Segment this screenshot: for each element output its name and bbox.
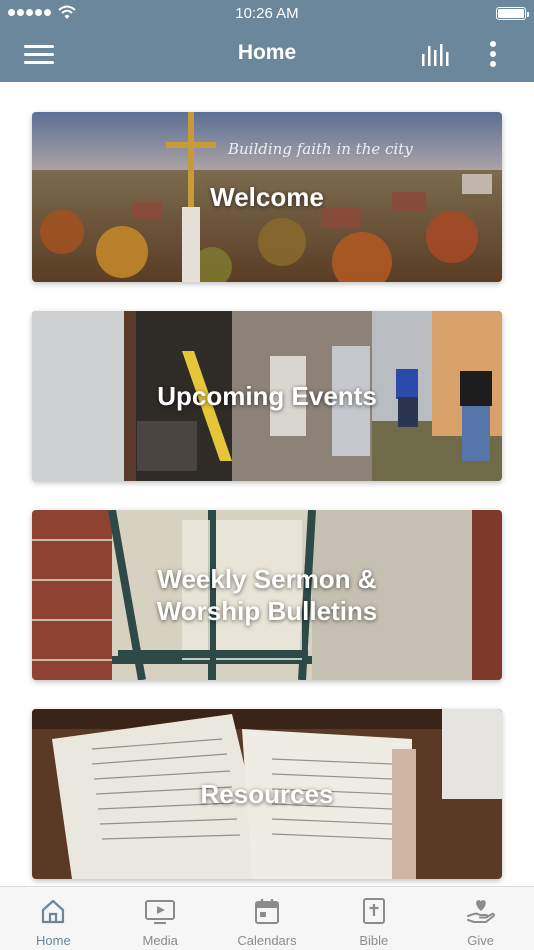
upcoming-events-card[interactable]: Upcoming Events — [32, 311, 502, 481]
calendar-icon — [254, 899, 279, 924]
nav-bar: Home — [0, 26, 534, 82]
tab-bible[interactable]: Bible — [320, 887, 427, 950]
welcome-tagline: Building faith in the city — [228, 140, 413, 158]
home-icon — [42, 899, 65, 924]
bible-icon — [362, 898, 385, 924]
resources-card[interactable]: Resources — [32, 709, 502, 879]
tab-media[interactable]: Media — [107, 887, 214, 950]
weekly-sermon-card[interactable]: Weekly Sermon & Worship Bulletins — [32, 510, 502, 680]
welcome-card[interactable]: Building faith in the city Welcome — [32, 112, 502, 282]
upcoming-events-title: Upcoming Events — [157, 381, 377, 411]
battery-icon — [496, 7, 529, 20]
app-header: 10:26 AM Home — [0, 0, 534, 82]
page-title: Home — [237, 41, 297, 64]
status-bar: 10:26 AM — [0, 0, 534, 26]
home-content: Building faith in the city Welcome Upcom… — [0, 82, 534, 886]
audio-bars-icon[interactable] — [420, 40, 452, 68]
tab-give[interactable]: Give — [427, 887, 534, 950]
tab-give-label: Give — [467, 933, 494, 948]
media-icon — [145, 900, 176, 924]
tab-home[interactable]: Home — [0, 887, 107, 950]
welcome-title: Welcome — [210, 182, 324, 212]
status-time: 10:26 AM — [235, 5, 299, 22]
bottom-tab-bar: Home Media Calendars Bible Give — [0, 886, 534, 950]
resources-title: Resources — [200, 779, 334, 809]
tab-media-label: Media — [142, 933, 178, 948]
tab-bible-label: Bible — [359, 933, 389, 948]
tab-calendars-label: Calendars — [237, 933, 297, 948]
give-icon — [466, 900, 495, 923]
more-options-icon[interactable] — [482, 40, 504, 68]
weekly-sermon-title-line1: Weekly Sermon & — [157, 564, 377, 594]
tab-calendars[interactable]: Calendars — [214, 887, 321, 950]
tab-home-label: Home — [36, 933, 71, 948]
weekly-sermon-title-line2: Worship Bulletins — [156, 596, 378, 626]
